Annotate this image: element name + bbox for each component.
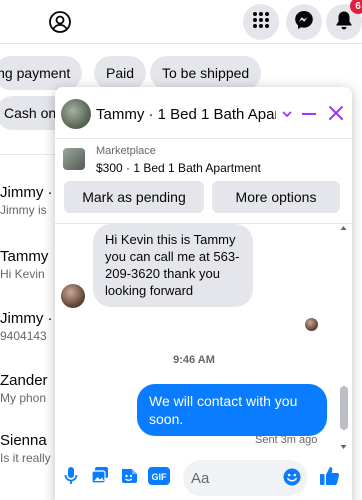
chat-header[interactable]: Tammy · 1 Bed 1 Bath Apar…: [55, 87, 352, 139]
profile-circle-icon[interactable]: [48, 10, 72, 34]
sent-status: Sent 3m ago: [255, 434, 318, 446]
emoji-icon[interactable]: [283, 468, 301, 491]
top-bar: 6: [0, 0, 362, 44]
outgoing-message: We will contact with you soon.: [137, 384, 327, 436]
mark-as-pending-button[interactable]: Mark as pending: [64, 181, 204, 213]
svg-text:GIF: GIF: [152, 472, 168, 482]
menu-button[interactable]: [243, 4, 279, 40]
minimize-icon[interactable]: [302, 113, 316, 115]
scrollbar-thumb[interactable]: [340, 386, 348, 430]
message-timestamp: 9:46 AM: [173, 354, 215, 366]
gif-icon[interactable]: GIF: [148, 467, 170, 490]
chevron-down-icon[interactable]: [281, 107, 293, 125]
marketplace-label: Marketplace: [96, 145, 156, 157]
notification-badge: 6: [350, 0, 362, 14]
close-icon[interactable]: [328, 105, 344, 126]
messenger-button[interactable]: [286, 4, 322, 40]
chat-window: Tammy · 1 Bed 1 Bath Apar… Marketplace $…: [55, 87, 352, 500]
filter-chip-to-be-shipped[interactable]: To be shipped: [150, 56, 262, 90]
bell-icon: [335, 10, 353, 35]
thumbs-up-icon[interactable]: [319, 465, 341, 492]
seen-indicator-avatar: [305, 318, 318, 331]
message-composer: GIF: [55, 450, 352, 500]
incoming-message: Hi Kevin this is Tammy you can call me a…: [93, 224, 253, 307]
listing-thumbnail[interactable]: [63, 148, 85, 170]
microphone-icon[interactable]: [64, 466, 78, 491]
photo-icon[interactable]: [91, 466, 109, 489]
marketplace-listing: Marketplace $300 · 1 Bed 1 Bath Apartmen…: [55, 139, 352, 223]
message-thread: Hi Kevin this is Tammy you can call me a…: [55, 223, 352, 450]
filter-chip-paid[interactable]: Paid: [94, 56, 147, 90]
sticker-icon[interactable]: [119, 466, 139, 491]
more-options-button[interactable]: More options: [212, 181, 340, 213]
filter-chip-awaiting-payment[interactable]: ing payment: [0, 56, 83, 90]
avatar: [61, 284, 85, 308]
avatar[interactable]: [61, 99, 91, 129]
grid-menu-icon: [252, 11, 270, 34]
messenger-icon: [294, 10, 314, 35]
chat-title[interactable]: Tammy · 1 Bed 1 Bath Apar…: [96, 106, 276, 123]
listing-title[interactable]: $300 · 1 Bed 1 Bath Apartment: [96, 161, 261, 175]
notifications-button[interactable]: 6: [326, 0, 362, 40]
